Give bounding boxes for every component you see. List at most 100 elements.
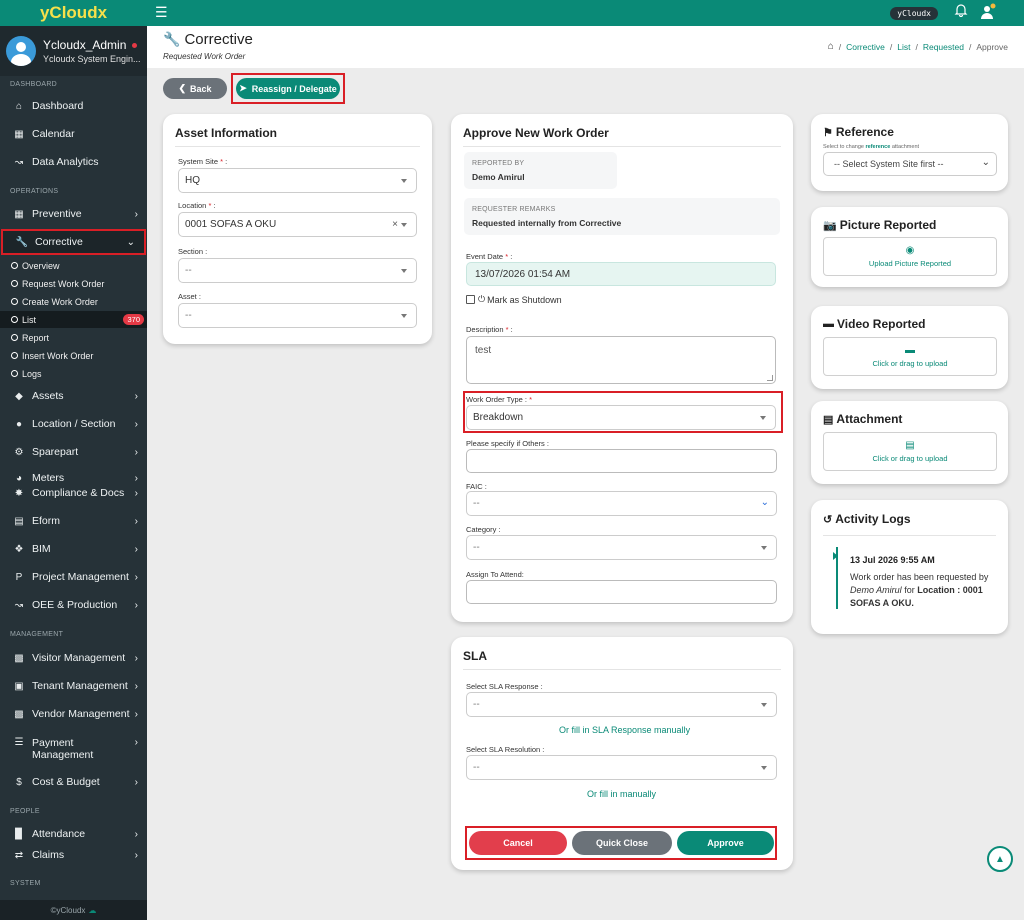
description-label: Description [466,325,504,334]
sidebar-item-sparepart[interactable]: ⚙ Sparepart › [0,440,147,464]
hamburger-menu-icon[interactable]: ☰ [155,4,168,21]
wrench-icon: 🔧 [15,236,29,248]
section-select[interactable]: -- [178,258,417,283]
chevron-right-icon: › [134,472,138,484]
chevron-right-icon: › [134,680,138,692]
camera-icon: ◉ [905,245,915,256]
resize-handle[interactable] [767,375,773,381]
category-select[interactable]: -- [466,535,777,560]
clear-icon[interactable]: × [392,219,398,230]
sub-item-overview[interactable]: Overview [0,257,147,274]
work-order-type-select[interactable]: Breakdown [466,405,776,430]
system-site-label: System Site [178,157,219,166]
sidebar-item-claims[interactable]: ⇄ Claims › [0,843,147,867]
sidebar-item-eform[interactable]: ▤ Eform › [0,509,147,533]
picture-upload-zone[interactable]: ◉ Upload Picture Reported [823,237,997,276]
page-header: 🔧 Corrective Requested Work Order ⌂ / Corr… [147,26,1024,68]
project-icon: P [15,571,23,583]
back-button[interactable]: ❮ Back [163,78,227,99]
wrench-icon: 🔧 [163,31,181,47]
description-textarea[interactable]: test [466,336,776,384]
sub-item-report[interactable]: Report [0,329,147,346]
attachment-upload-zone[interactable]: ▤ Click or drag to upload [823,432,997,471]
chevron-right-icon: › [134,446,138,458]
home-icon[interactable]: ⌂ [828,41,834,52]
location-select[interactable]: 0001 SOFAS A OKU × [178,212,417,237]
brand-chip[interactable]: yCloudx [890,7,938,20]
chart-icon: ↝ [14,156,24,168]
work-order-type-label: Work Order Type : [466,395,527,404]
brand-logo[interactable]: yCloudx [0,0,147,26]
sidebar-item-preventive[interactable]: ▦ Preventive › [0,202,147,226]
chevron-up-icon: ▲ [995,853,1005,865]
sidebar-item-project-management[interactable]: P Project Management › [0,565,147,589]
sub-item-request-work-order[interactable]: Request Work Order [0,275,147,292]
sidebar-item-compliance-docs[interactable]: ✸ Compliance & Docs › [0,484,147,502]
cancel-button[interactable]: Cancel [469,831,567,855]
page-subtitle: Requested Work Order [163,52,246,61]
pin-icon: ● [15,418,23,430]
bell-icon[interactable] [954,3,968,17]
video-upload-zone[interactable]: ▬ Click or drag to upload [823,337,997,376]
activity-date: 13 Jul 2026 9:55 AM [850,555,935,565]
profile-icon[interactable] [980,3,996,19]
video-icon: ▬ [823,318,834,330]
sidebar-item-dashboard[interactable]: ⌂ Dashboard [0,94,147,118]
section-people: PEOPLE [10,808,40,815]
event-date-input[interactable]: 13/07/2026 01:54 AM [466,262,776,286]
vendor-icon: ▩ [14,708,24,720]
breadcrumb: ⌂ / Corrective / List / Requested / Approve [827,41,1008,52]
breadcrumb-corrective[interactable]: Corrective [846,42,885,52]
faic-select[interactable]: -- ⌄ [466,491,777,516]
sla-resolution-manual-link[interactable]: Or fill in manually [587,789,656,799]
reference-card: ⚑ Reference Select to change reference at… [811,114,1008,191]
sidebar-item-calendar[interactable]: ▦ Calendar [0,122,147,146]
chevron-right-icon: › [134,776,138,788]
system-site-select[interactable]: HQ [178,168,417,193]
sub-item-list[interactable]: List 370 [0,311,147,328]
quick-close-button[interactable]: Quick Close [572,831,672,855]
breadcrumb-requested[interactable]: Requested [923,42,964,52]
sidebar-item-visitor-management[interactable]: ▩ Visitor Management › [0,646,147,670]
asset-select[interactable]: -- [178,303,417,328]
chevron-right-icon: › [134,737,138,748]
badge-icon: ✸ [14,487,24,499]
scroll-to-top-button[interactable]: ▲ [987,846,1013,872]
sub-item-logs[interactable]: Logs [0,365,147,382]
sidebar-item-assets[interactable]: ◆ Assets › [0,384,147,408]
reassign-delegate-button[interactable]: ➤ Reassign / Delegate [236,78,340,99]
mark-shutdown-checkbox[interactable]: ⏻ Mark as Shutdown [466,294,562,305]
timeline-marker [833,552,838,560]
reference-select[interactable]: -- Select System Site first -- ⌄ [823,152,997,176]
breadcrumb-list[interactable]: List [897,42,910,52]
tag-icon: ◆ [15,390,23,402]
sidebar-item-location-section[interactable]: ● Location / Section › [0,412,147,436]
assign-to-attend-input[interactable] [466,580,777,604]
flag-icon: ⚑ [823,126,833,139]
activity-logs-card: ↺ Activity Logs 13 Jul 2026 9:55 AM Work … [811,500,1008,634]
sidebar-item-bim[interactable]: ❖ BIM › [0,537,147,561]
sidebar-item-cost-budget[interactable]: $ Cost & Budget › [0,770,147,794]
sub-item-insert-work-order[interactable]: Insert Work Order [0,347,147,364]
sidebar-item-oee-production[interactable]: ↝ OEE & Production › [0,593,147,617]
sidebar-item-vendor-management[interactable]: ▩ Vendor Management › [0,702,147,726]
card-title: Asset Information [175,126,278,140]
user-panel[interactable]: Ycloudx_Admin Ycloudx System Engin... [0,26,147,76]
requester-remarks-box: REQUESTER REMARKS Requested internally f… [464,198,780,235]
chevron-down-icon: ⌄ [760,497,769,508]
assign-to-attend-label: Assign To Attend: [466,570,524,579]
picture-reported-card: 📷 Picture Reported ◉ Upload Picture Report… [811,207,1008,287]
cloud-icon: ☁ [88,905,97,915]
approve-button[interactable]: Approve [677,831,774,855]
others-input[interactable] [466,449,777,473]
sidebar-item-data-analytics[interactable]: ↝ Data Analytics [0,150,147,174]
sla-resolution-label: Select SLA Resolution : [466,745,545,754]
sla-response-select[interactable]: -- [466,692,777,717]
sla-resolution-select[interactable]: -- [466,755,777,780]
sidebar-item-tenant-management[interactable]: ▣ Tenant Management › [0,674,147,698]
form-icon: ▤ [14,515,24,527]
sidebar-item-corrective[interactable]: 🔧 Corrective ⌄ [1,229,146,255]
sla-response-manual-link[interactable]: Or fill in SLA Response manually [559,725,690,735]
sub-item-create-work-order[interactable]: Create Work Order [0,293,147,310]
sidebar-item-payment-management[interactable]: ☰ Payment Management › [0,735,147,771]
